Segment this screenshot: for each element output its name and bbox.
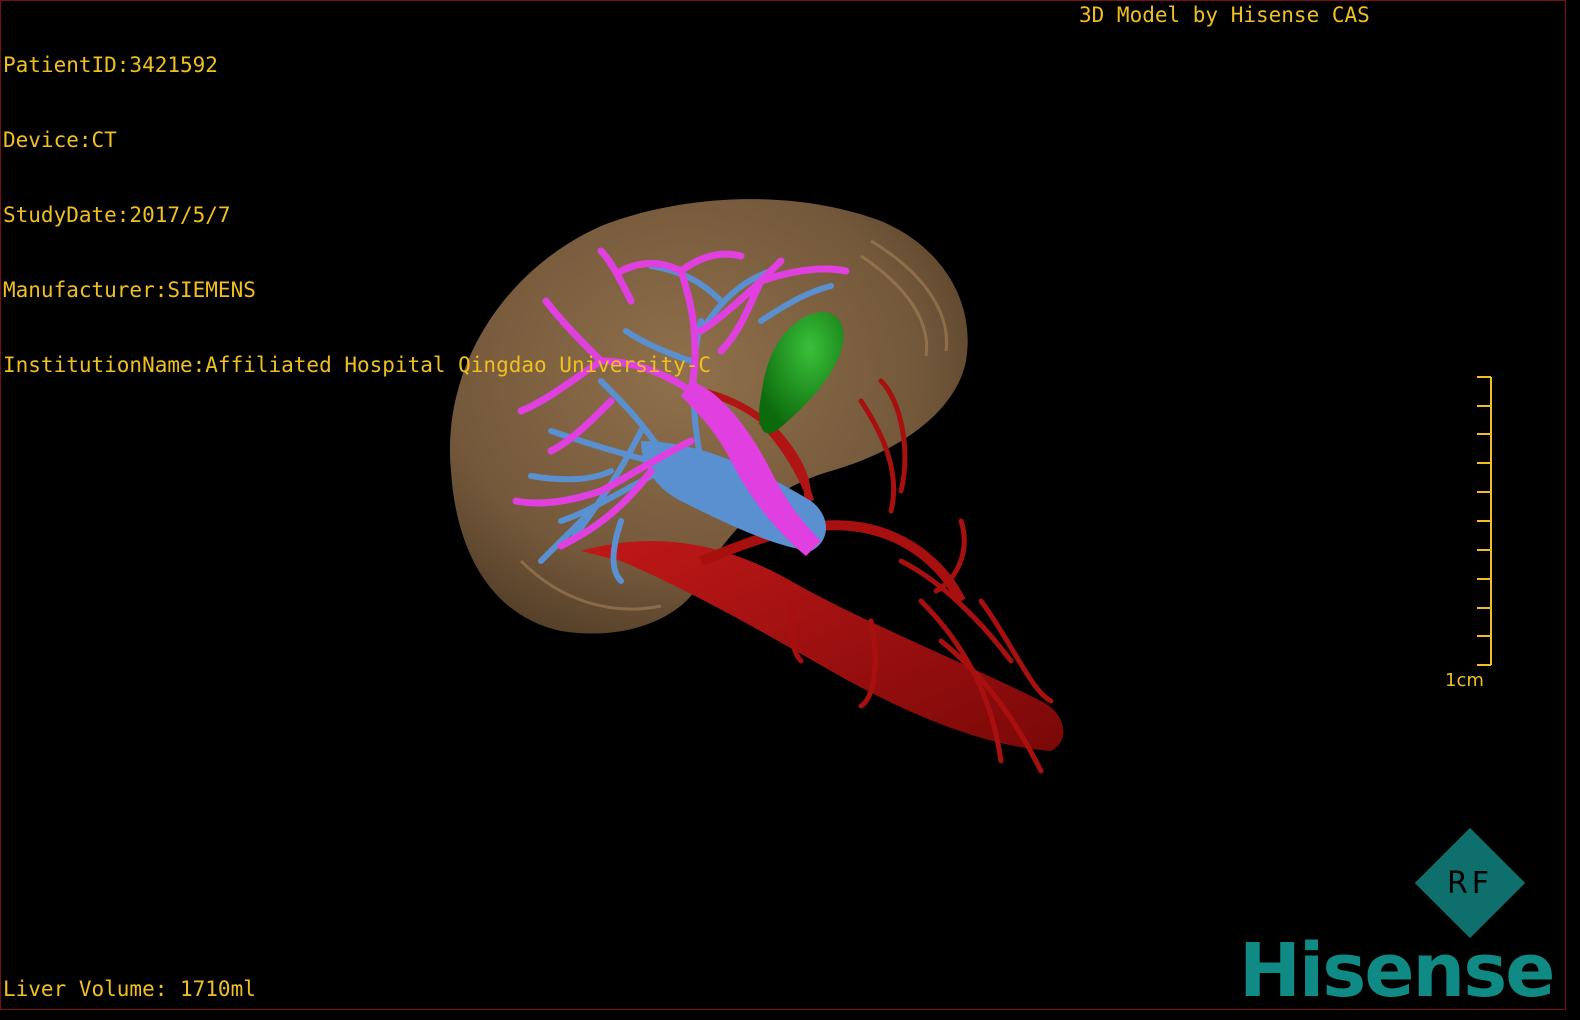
device: Device:CT <box>3 128 117 152</box>
3d-viewport[interactable]: PatientID:3421592 Device:CT StudyDate:20… <box>0 0 1566 1010</box>
patient-id: PatientID:3421592 <box>3 53 218 77</box>
manufacturer: Manufacturer:SIEMENS <box>3 278 256 302</box>
liver-volume: Liver Volume: 1710ml <box>3 977 256 1001</box>
model-credit: 3D Model by Hisense CAS <box>1079 3 1370 27</box>
rf-badge-text: RF <box>1446 865 1494 901</box>
scale-label: 1cm <box>1445 670 1484 691</box>
study-date: StudyDate:2017/5/7 <box>3 203 231 227</box>
hisense-logo: Hisense <box>1239 928 1555 1010</box>
scale-bar <box>1477 376 1492 666</box>
rf-badge-icon: RF <box>1414 827 1526 939</box>
patient-info: PatientID:3421592 Device:CT StudyDate:20… <box>3 3 711 428</box>
institution-name: InstitutionName:Affiliated Hospital Qing… <box>3 353 712 377</box>
